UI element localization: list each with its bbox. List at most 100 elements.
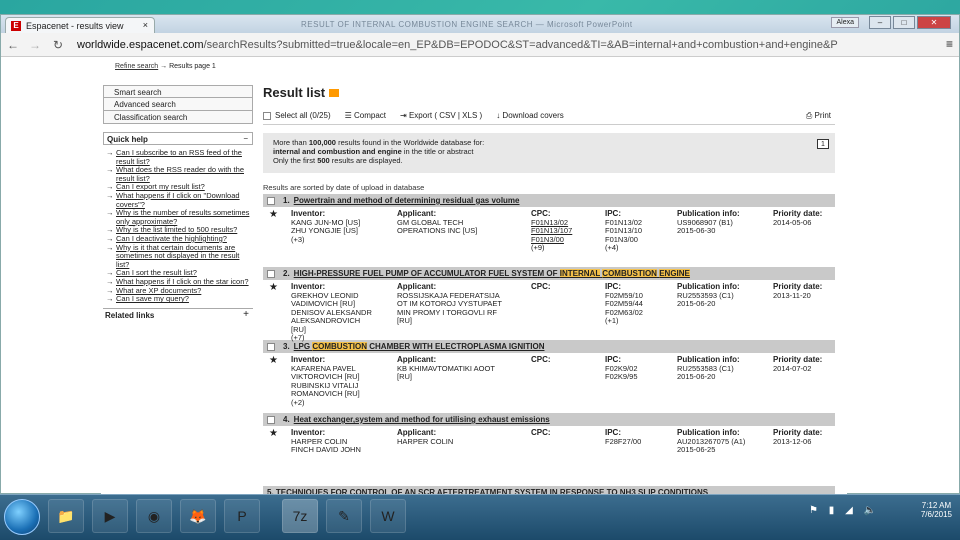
reload-icon[interactable]: ↻ (53, 38, 63, 52)
ipc-value: F02K9/95 (605, 372, 638, 381)
url-input[interactable]: worldwide.espacenet.com/searchResults?su… (77, 36, 939, 54)
page-number-box[interactable]: 1 (817, 139, 829, 149)
result-header: 4. Heat exchanger,system and method for u… (263, 413, 835, 426)
info-line-1: More than 100,000 results found in the W… (273, 138, 825, 147)
browser-tab[interactable]: E Espacenet - results view × (5, 17, 155, 33)
expand-icon[interactable]: + (243, 309, 249, 320)
help-link[interactable]: Why is the number of results sometimes o… (106, 208, 253, 226)
info-line-3: Only the first 500 results are displayed… (273, 156, 825, 165)
powerpoint-icon[interactable]: P (224, 499, 260, 533)
7zip-icon[interactable]: 7z (282, 499, 318, 533)
star-icon[interactable]: ★ (269, 429, 278, 439)
result-applicant-column: Applicant: GM GLOBAL TECH OPERATIONS INC [… (397, 209, 477, 236)
result-checkbox[interactable] (267, 196, 275, 205)
start-button[interactable] (4, 499, 40, 535)
cpc-value[interactable]: (+9) (531, 243, 572, 253)
firefox-icon[interactable]: 🦊 (180, 499, 216, 533)
help-link[interactable]: What does the RSS reader do with the res… (106, 165, 253, 183)
result-title-link[interactable]: Heat exchanger,system and method for uti… (294, 415, 550, 424)
select-all-control[interactable]: Select all (0/25) (263, 111, 331, 120)
export-button[interactable]: ⇥ Export ( CSV | XLS ) (400, 111, 482, 120)
result-count: 100,000 (308, 138, 336, 147)
star-icon[interactable]: ★ (269, 283, 278, 293)
result-inventor-column: Inventor: KAFARENA PAVEL VIKTOROVICH [RU] R… (291, 355, 360, 407)
title-part: ENGINE (659, 269, 690, 278)
star-icon[interactable]: ★ (269, 210, 278, 220)
main-content: Result list Select all (0/25) ☰ Compact … (263, 85, 835, 495)
related-links-header[interactable]: Related links + (103, 307, 253, 321)
back-arrow-icon[interactable]: ← (7, 38, 19, 52)
result-priority-column: Priority date: 2013-12-06 (773, 428, 822, 446)
pub-value: 2015-06-20 (677, 299, 716, 308)
help-link[interactable]: Can I save my query? (106, 294, 253, 304)
paint-icon[interactable]: ✎ (326, 499, 362, 533)
compact-icon: ☰ (344, 111, 355, 120)
sort-note: Results are sorted by date of upload in … (263, 183, 425, 192)
menu-icon[interactable]: ≡ (946, 37, 953, 51)
collapse-icon[interactable]: − (243, 134, 248, 143)
chrome-icon[interactable]: ◉ (136, 499, 172, 533)
tab-close-icon[interactable]: × (143, 20, 148, 30)
ipc-value: (+1) (605, 316, 619, 325)
maximize-button[interactable]: □ (893, 16, 915, 29)
title-part: LPG (293, 342, 313, 351)
result-pub-column: Publication info: US9068907 (B1) 2015-06-3… (677, 209, 740, 236)
info-text: More than (273, 138, 309, 147)
result-title-link[interactable]: Powertrain and method of determining res… (294, 196, 520, 205)
sidebar-item-smart-search[interactable]: Smart search (103, 85, 253, 98)
sidebar-item-advanced-search[interactable]: Advanced search (103, 98, 253, 111)
inventor-value: (+2) (291, 397, 305, 407)
refine-search-link[interactable]: Refine search (115, 63, 158, 70)
minimize-button[interactable]: – (869, 16, 891, 29)
result-priority-column: Priority date: 2014-05-06 (773, 209, 822, 227)
result-number: 4. (283, 415, 290, 424)
result-applicant-column: Applicant: ROSSIJSKAJA FEDERATSIJA OT IM K… (397, 282, 502, 326)
priority-value: 2014-07-02 (773, 363, 812, 373)
clock-time: 7:12 AM (921, 501, 952, 510)
result-header: 1. Powertrain and method of determining r… (263, 194, 835, 207)
result-pub-column: Publication info: RU2553593 (C1) 2015-06-2… (677, 282, 740, 309)
user-profile-button[interactable]: Alexa (831, 17, 859, 28)
quick-help-title: Quick help (107, 135, 148, 144)
result-checkbox[interactable] (267, 269, 275, 278)
forward-arrow-icon[interactable]: → (29, 38, 41, 52)
result-checkbox[interactable] (267, 342, 275, 351)
clock[interactable]: 7:12 AM 7/6/2015 (921, 501, 952, 519)
sidebar-item-classification-search[interactable]: Classification search (103, 111, 253, 124)
close-window-button[interactable]: ✕ (917, 16, 951, 29)
star-icon[interactable]: ★ (269, 356, 278, 366)
select-all-label: Select all (275, 111, 308, 120)
result-title-link[interactable]: HIGH-PRESSURE FUEL PUMP OF ACCUMULATOR F… (294, 269, 690, 278)
compact-button[interactable]: ☰ Compact (345, 111, 386, 120)
result-limit: 500 (317, 156, 330, 165)
ipc-value: F28F27/00 (605, 436, 642, 446)
pub-value: 2015-06-30 (677, 226, 716, 235)
print-button[interactable]: ⎙ Print (806, 111, 831, 121)
quick-help-header[interactable]: Quick help − (103, 132, 253, 145)
download-covers-button[interactable]: ↓ Download covers (496, 111, 564, 120)
priority-value: 2013-12-06 (773, 436, 812, 446)
help-link[interactable]: Why is it that certain documents are som… (106, 243, 253, 270)
cpc-label: CPC: (531, 355, 551, 364)
result-ipc-column: IPC: F02M59/10 F02M59/44 F02M63/02 (+1) (605, 282, 643, 326)
rss-icon[interactable] (329, 89, 340, 97)
result-applicant-column: Applicant: KB KHIMAVTOMATIKI AOOT [RU] (397, 355, 495, 382)
result-toolbar: Select all (0/25) ☰ Compact ⇥ Export ( C… (263, 107, 835, 125)
help-link[interactable]: What happens if I click on "Download cov… (106, 191, 253, 209)
select-all-checkbox[interactable] (263, 111, 271, 120)
file-explorer-icon[interactable]: 📁 (48, 499, 84, 533)
word-icon[interactable]: W (370, 499, 406, 533)
breadcrumb-arrow: → (160, 63, 168, 70)
ipc-value: (+4) (605, 243, 619, 252)
printer-icon: ⎙ (805, 111, 815, 120)
help-link[interactable]: Can I subscribe to an RSS feed of the re… (106, 148, 253, 166)
result-priority-column: Priority date: 2014-07-02 (773, 355, 822, 373)
page-content: Refine search → Results page 1 Smart sea… (101, 57, 847, 495)
result-checkbox[interactable] (267, 415, 275, 424)
result-list-title: Result list (263, 85, 326, 100)
applicant-value: [RU] (397, 372, 412, 381)
result-ipc-column: IPC: F28F27/00 (605, 428, 642, 446)
media-player-icon[interactable]: ▶ (92, 499, 128, 533)
system-tray-icons[interactable]: ⚑ ▮ ◢ 🔈 (809, 505, 880, 516)
result-title-link[interactable]: LPG COMBUSTION CHAMBER WITH ELECTROPLASM… (294, 342, 545, 351)
